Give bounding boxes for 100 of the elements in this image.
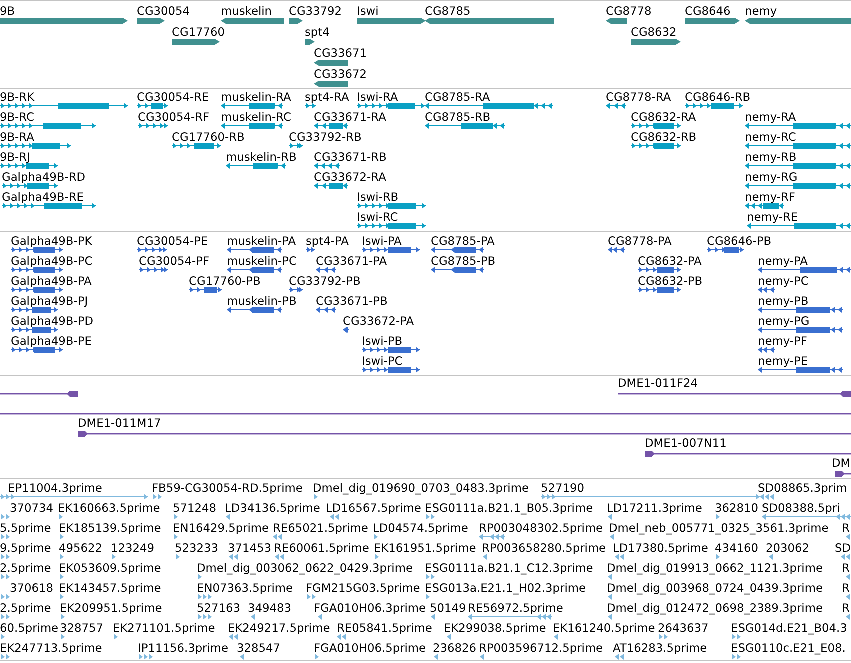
feature-label: ESG014d.E21_B04.3 (731, 621, 848, 635)
feature-label: SD08388.5pri (762, 501, 840, 515)
feature-label: muskelin-PB (227, 294, 297, 308)
feature-label: Galpha49B-RE (2, 190, 84, 204)
feature-label: RE05841.5prime (337, 621, 432, 635)
feature-label: 123249 (111, 541, 154, 555)
feature-label: EK247713.5prime (0, 641, 102, 655)
feature-label: RP003658280.5prime (482, 541, 606, 555)
feature-label: Galpha49B-PK (11, 234, 92, 248)
feature-label: CG8632 (631, 25, 677, 39)
feature-label: AT16283.5prime (613, 641, 708, 655)
feature-label: nemy-RA (745, 110, 796, 124)
feature-label: CG17760-RB (172, 130, 245, 144)
feature-label: EK209951.5prime (60, 601, 162, 615)
feature-label: ESG0111a.B21.1_B05.3prime (425, 501, 594, 515)
feature-label: CG8785-RA (425, 90, 490, 104)
feature-label: CG30054-PE (137, 234, 208, 248)
feature-label: CG30054-RE (137, 90, 210, 104)
feature-label: LD17211.3prime (607, 501, 702, 515)
feature-label: muskelin-RB (226, 150, 297, 164)
feature-label: nemy-PA (758, 254, 808, 268)
feature-label: 371453 (228, 541, 272, 555)
feature-label: Dmel_neb_005771_0325_3561.3prime (609, 521, 829, 535)
feature-label: CG8632-PB (638, 274, 703, 288)
feature-label: SD08865.3prim (758, 481, 848, 495)
feature-label: Iswi-RB (357, 190, 399, 204)
feature-label: RP003596712.5prime (479, 641, 604, 655)
feature-label: 236826 (433, 641, 476, 655)
feature-label: 2.5prime (0, 601, 52, 615)
feature-label: nemy-PF (758, 334, 808, 348)
feature-label: 571248 (173, 501, 216, 515)
feature-label: muskelin-PA (227, 234, 296, 248)
feature-label: EK299038.5prime (444, 621, 546, 635)
feature-label: 9B-RK (0, 90, 35, 104)
feature-label: Iswi-PC (362, 354, 403, 368)
feature-label: R (842, 601, 850, 615)
feature-label: Dmel_dig_003062_0622_0429.3prime (197, 561, 413, 575)
feature-label: 527190 (541, 481, 584, 495)
feature-label: 9B-RA (0, 130, 34, 144)
feature-label: Iswi-PB (362, 334, 403, 348)
feature-label: EK249217.5prime (228, 621, 330, 635)
feature-label: CG33792 (289, 4, 342, 18)
feature-label: EK143457.5prime (59, 581, 162, 595)
feature-label: nemy-PB (758, 294, 809, 308)
feature-label: CG8778 (606, 4, 652, 18)
feature-label: CG33671-RB (314, 150, 387, 164)
feature-label: spt4-PA (306, 234, 349, 248)
feature-label: RE56972.5prime (468, 601, 564, 615)
feature-label: 203062 (766, 541, 810, 555)
feature-label: RP003048302.5prime (479, 521, 604, 535)
feature-label: DME1-011F24 (618, 376, 698, 390)
feature-label: LD34136.5prime (225, 501, 320, 515)
feature-label: spt4 (305, 25, 330, 39)
feature-label: DME1-011M17 (78, 416, 162, 430)
feature-label: FB59-CG30054-RD.5prime (152, 481, 303, 495)
feature-label: LD04574.5prime (373, 521, 468, 535)
feature-label: LD17380.5prime (613, 541, 708, 555)
feature-label: nemy-RF (745, 190, 796, 204)
feature-label: 2643637 (658, 621, 709, 635)
feature-label: IP11156.3prime (138, 641, 229, 655)
feature-label: CG33672-RA (314, 170, 386, 184)
feature-label: CG33671-RA (314, 110, 386, 124)
feature-label: 5.5prime (0, 521, 52, 535)
feature-label: CG30054-RF (138, 110, 210, 124)
feature-label: nemy (745, 4, 778, 18)
feature-label: CG33671-PB (316, 294, 388, 308)
feature-label: CG8785 (425, 4, 471, 18)
feature-label: FGA010H06.5prime (314, 641, 426, 655)
feature-label: CG33671 (314, 46, 368, 60)
feature-label: EK053609.5prime (59, 561, 162, 575)
feature-label: ESG0111a.B21.1_C12.3prime (425, 561, 594, 575)
feature-label: 2.5prime (0, 561, 52, 575)
feature-label: Galpha49B-PE (11, 334, 92, 348)
feature-label: muskelin-PC (227, 254, 297, 268)
feature-label: nemy-RE (747, 210, 798, 224)
feature-label: DM (832, 456, 851, 470)
feature-label: 362810 (715, 501, 758, 515)
feature-label: ESG013a.E21.1_H02.3prime (425, 581, 586, 595)
feature-label: nemy-PG (758, 314, 810, 328)
feature-label: 328757 (60, 621, 104, 635)
feature-label: EN16429.5prime (173, 521, 270, 535)
feature-label: nemy-RB (745, 150, 797, 164)
feature-label: CG8785-RB (425, 110, 491, 124)
feature-label: Galpha49B-RD (2, 170, 86, 184)
feature-label: FGA010H06.3prime (314, 601, 426, 615)
feature-label: 9.5prime (0, 541, 52, 555)
feature-label: muskelin-RC (221, 110, 292, 124)
feature-label: CG33792-PB (289, 274, 361, 288)
feature-label: Iswi-RA (357, 90, 398, 104)
feature-label: 328547 (237, 641, 280, 655)
feature-label: muskelin-RA (221, 90, 292, 104)
feature-label: CG17760-PB (189, 274, 261, 288)
feature-label: Dmel_dig_019690_0703_0483.3prime (313, 481, 529, 495)
feature-label: 349483 (248, 601, 292, 615)
feature-label: 50149 (430, 601, 466, 615)
feature-label: CG33672 (314, 67, 368, 81)
feature-label: EP11004.3prime (8, 481, 102, 495)
feature-label: CG33792-RB (289, 130, 362, 144)
feature-label: CG8778-RA (606, 90, 672, 104)
feature-label: EK161240.5prime (553, 621, 656, 635)
